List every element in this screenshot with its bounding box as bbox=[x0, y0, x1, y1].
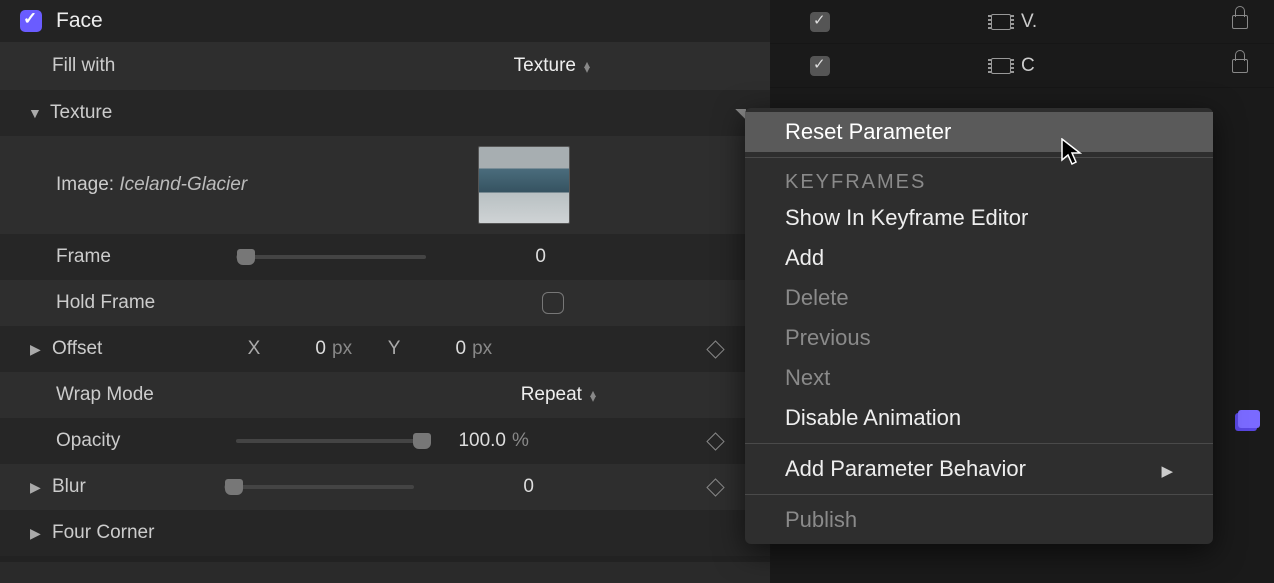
four-corner-disclosure-icon[interactable] bbox=[30, 525, 46, 542]
menu-separator bbox=[745, 157, 1213, 158]
offset-y-label: Y bbox=[382, 338, 406, 360]
menu-separator bbox=[745, 443, 1213, 444]
layer-visible-checkbox[interactable] bbox=[810, 12, 830, 32]
menu-previous-keyframe: Previous bbox=[745, 318, 1213, 358]
opacity-keyframe-icon[interactable] bbox=[706, 432, 724, 450]
layer-visible-checkbox[interactable] bbox=[810, 56, 830, 76]
wrap-mode-label: Wrap Mode bbox=[56, 384, 154, 406]
opacity-slider[interactable] bbox=[236, 439, 426, 443]
blur-label: Blur bbox=[52, 476, 224, 498]
offset-disclosure-icon[interactable] bbox=[30, 341, 46, 358]
blur-keyframe-icon[interactable] bbox=[706, 478, 724, 496]
layer-row[interactable]: V. bbox=[770, 0, 1274, 44]
menu-next-keyframe: Next bbox=[745, 358, 1213, 398]
hold-frame-label: Hold Frame bbox=[56, 292, 476, 314]
submenu-arrow-icon bbox=[1161, 456, 1173, 482]
image-thumbnail[interactable] bbox=[478, 146, 570, 224]
face-checkbox[interactable] bbox=[20, 10, 42, 32]
blur-slider[interactable] bbox=[224, 485, 414, 489]
menu-keyframes-header: KEYFRAMES bbox=[745, 163, 1213, 198]
slider-knob-icon[interactable] bbox=[225, 479, 243, 495]
image-label: Image: bbox=[56, 174, 114, 196]
opacity-value[interactable]: 100.0 bbox=[446, 430, 506, 452]
slider-knob-icon[interactable] bbox=[237, 249, 255, 265]
behavior-badge-icon bbox=[1238, 410, 1260, 428]
menu-publish: Publish bbox=[745, 500, 1213, 540]
offset-y-value[interactable]: 0 bbox=[406, 338, 466, 360]
offset-x-label: X bbox=[242, 338, 266, 360]
wrap-mode-value: Repeat bbox=[521, 384, 582, 406]
select-arrows-icon bbox=[590, 389, 596, 402]
slider-knob-icon[interactable] bbox=[413, 433, 431, 449]
parameter-context-menu: Reset Parameter KEYFRAMES Show In Keyfra… bbox=[745, 108, 1213, 544]
select-arrows-icon bbox=[584, 60, 590, 73]
cursor-icon bbox=[1060, 138, 1082, 166]
four-corner-label: Four Corner bbox=[52, 522, 154, 544]
menu-delete-keyframe: Delete bbox=[745, 278, 1213, 318]
menu-reset-parameter[interactable]: Reset Parameter bbox=[745, 112, 1213, 152]
offset-keyframe-icon[interactable] bbox=[706, 340, 724, 358]
wrap-mode-select[interactable]: Repeat bbox=[521, 384, 596, 406]
menu-add-keyframe[interactable]: Add bbox=[745, 238, 1213, 278]
film-icon bbox=[991, 14, 1011, 30]
offset-x-value[interactable]: 0 bbox=[266, 338, 326, 360]
offset-y-unit: px bbox=[472, 338, 492, 360]
offset-label: Offset bbox=[52, 338, 222, 360]
blur-value[interactable]: 0 bbox=[474, 476, 534, 498]
texture-disclosure-icon[interactable] bbox=[28, 105, 44, 121]
opacity-label: Opacity bbox=[56, 430, 236, 452]
layer-name: C bbox=[1021, 55, 1071, 77]
frame-label: Frame bbox=[56, 246, 236, 268]
frame-slider[interactable] bbox=[236, 255, 426, 259]
menu-add-parameter-behavior[interactable]: Add Parameter Behavior bbox=[745, 449, 1213, 489]
menu-disable-animation[interactable]: Disable Animation bbox=[745, 398, 1213, 438]
lock-icon[interactable] bbox=[1232, 59, 1248, 73]
menu-show-keyframe-editor[interactable]: Show In Keyframe Editor bbox=[745, 198, 1213, 238]
fill-with-select[interactable]: Texture bbox=[514, 55, 590, 77]
layer-row[interactable]: C bbox=[770, 44, 1274, 88]
opacity-unit: % bbox=[512, 430, 529, 452]
fill-with-label: Fill with bbox=[52, 55, 115, 77]
film-icon bbox=[991, 58, 1011, 74]
texture-label: Texture bbox=[50, 102, 112, 124]
menu-separator bbox=[745, 494, 1213, 495]
image-name: Iceland-Glacier bbox=[119, 174, 247, 196]
fill-with-value: Texture bbox=[514, 55, 576, 77]
face-label: Face bbox=[56, 9, 103, 33]
blur-disclosure-icon[interactable] bbox=[30, 479, 46, 496]
offset-x-unit: px bbox=[332, 338, 352, 360]
frame-value[interactable]: 0 bbox=[486, 246, 546, 268]
layer-name: V. bbox=[1021, 11, 1071, 33]
lock-icon[interactable] bbox=[1232, 15, 1248, 29]
hold-frame-checkbox[interactable] bbox=[542, 292, 564, 314]
